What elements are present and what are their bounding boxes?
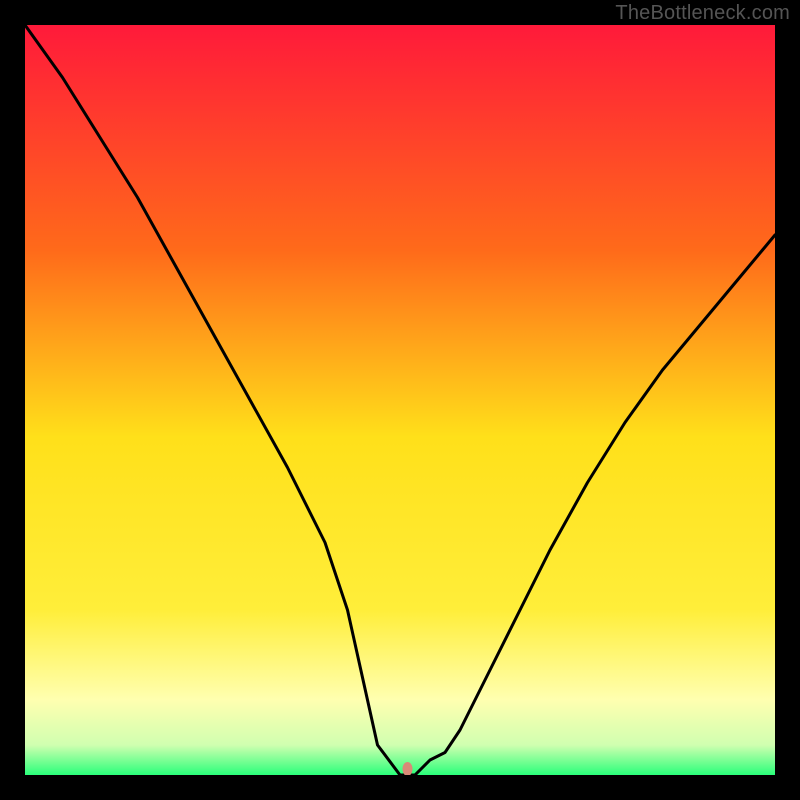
gradient-background xyxy=(25,25,775,775)
chart-svg xyxy=(25,25,775,775)
plot-area xyxy=(25,25,775,775)
watermark-text: TheBottleneck.com xyxy=(615,2,790,25)
chart-frame: TheBottleneck.com xyxy=(0,0,800,800)
